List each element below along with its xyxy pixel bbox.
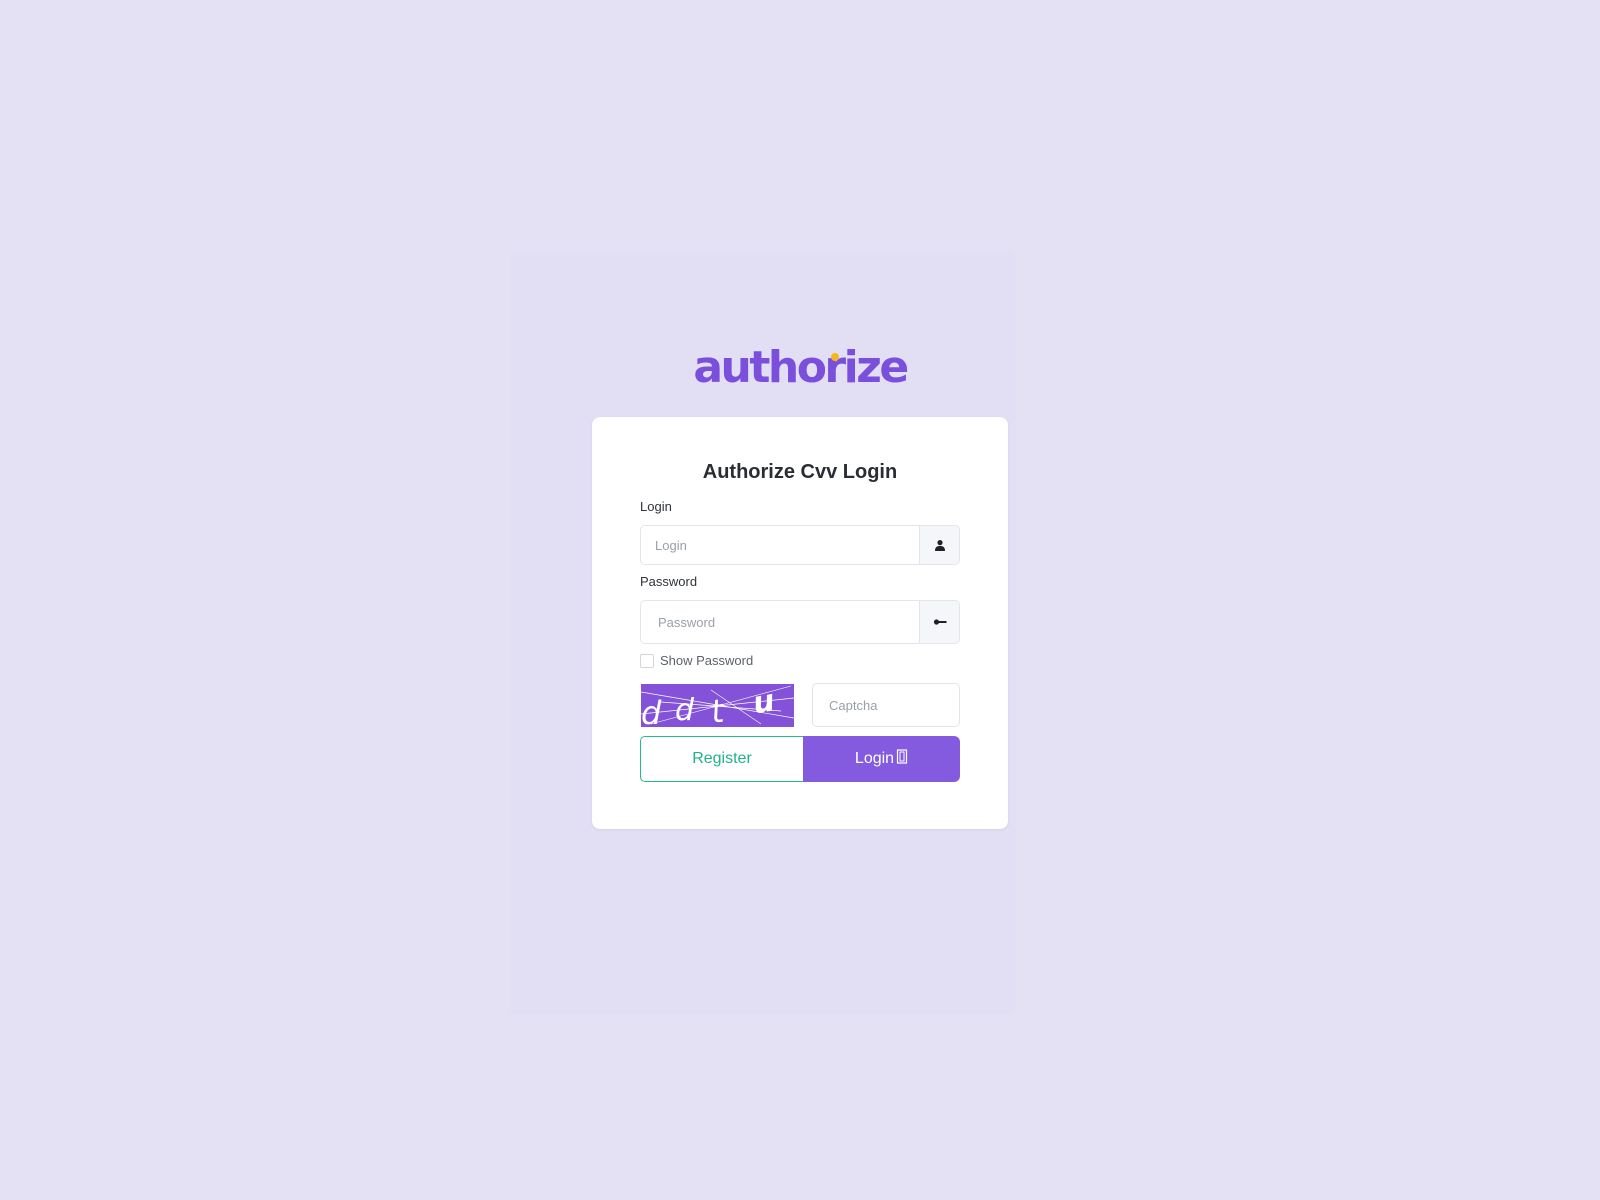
captcha-input[interactable] [812, 683, 960, 727]
captcha-char: t [708, 691, 727, 727]
login-card: Authorize Cvv Login Login Password Show … [592, 417, 1008, 829]
user-icon [919, 526, 959, 564]
captcha-char: d [675, 693, 695, 727]
page-title: Authorize Cvv Login [702, 461, 898, 483]
door-icon [896, 749, 908, 769]
captcha-char: u [750, 684, 777, 721]
login-input[interactable] [641, 526, 919, 564]
show-password-checkbox[interactable] [640, 653, 654, 668]
register-button[interactable]: Register [640, 736, 803, 782]
captcha-image: d d t u [641, 684, 794, 727]
show-password-label: Show Password [660, 653, 754, 668]
password-label: Password [640, 574, 698, 589]
login-label: Login [640, 499, 672, 514]
brand-logo: authorize [600, 340, 1000, 396]
password-input-group [640, 600, 960, 644]
logo-text: authorize [693, 342, 909, 393]
show-password-row: Show Password [640, 653, 753, 668]
key-icon [919, 601, 959, 643]
login-input-group [640, 525, 960, 565]
password-input[interactable] [641, 601, 919, 643]
login-button-label: Login [854, 750, 895, 767]
captcha-char: d [641, 694, 662, 727]
login-button[interactable]: Login [803, 736, 960, 782]
